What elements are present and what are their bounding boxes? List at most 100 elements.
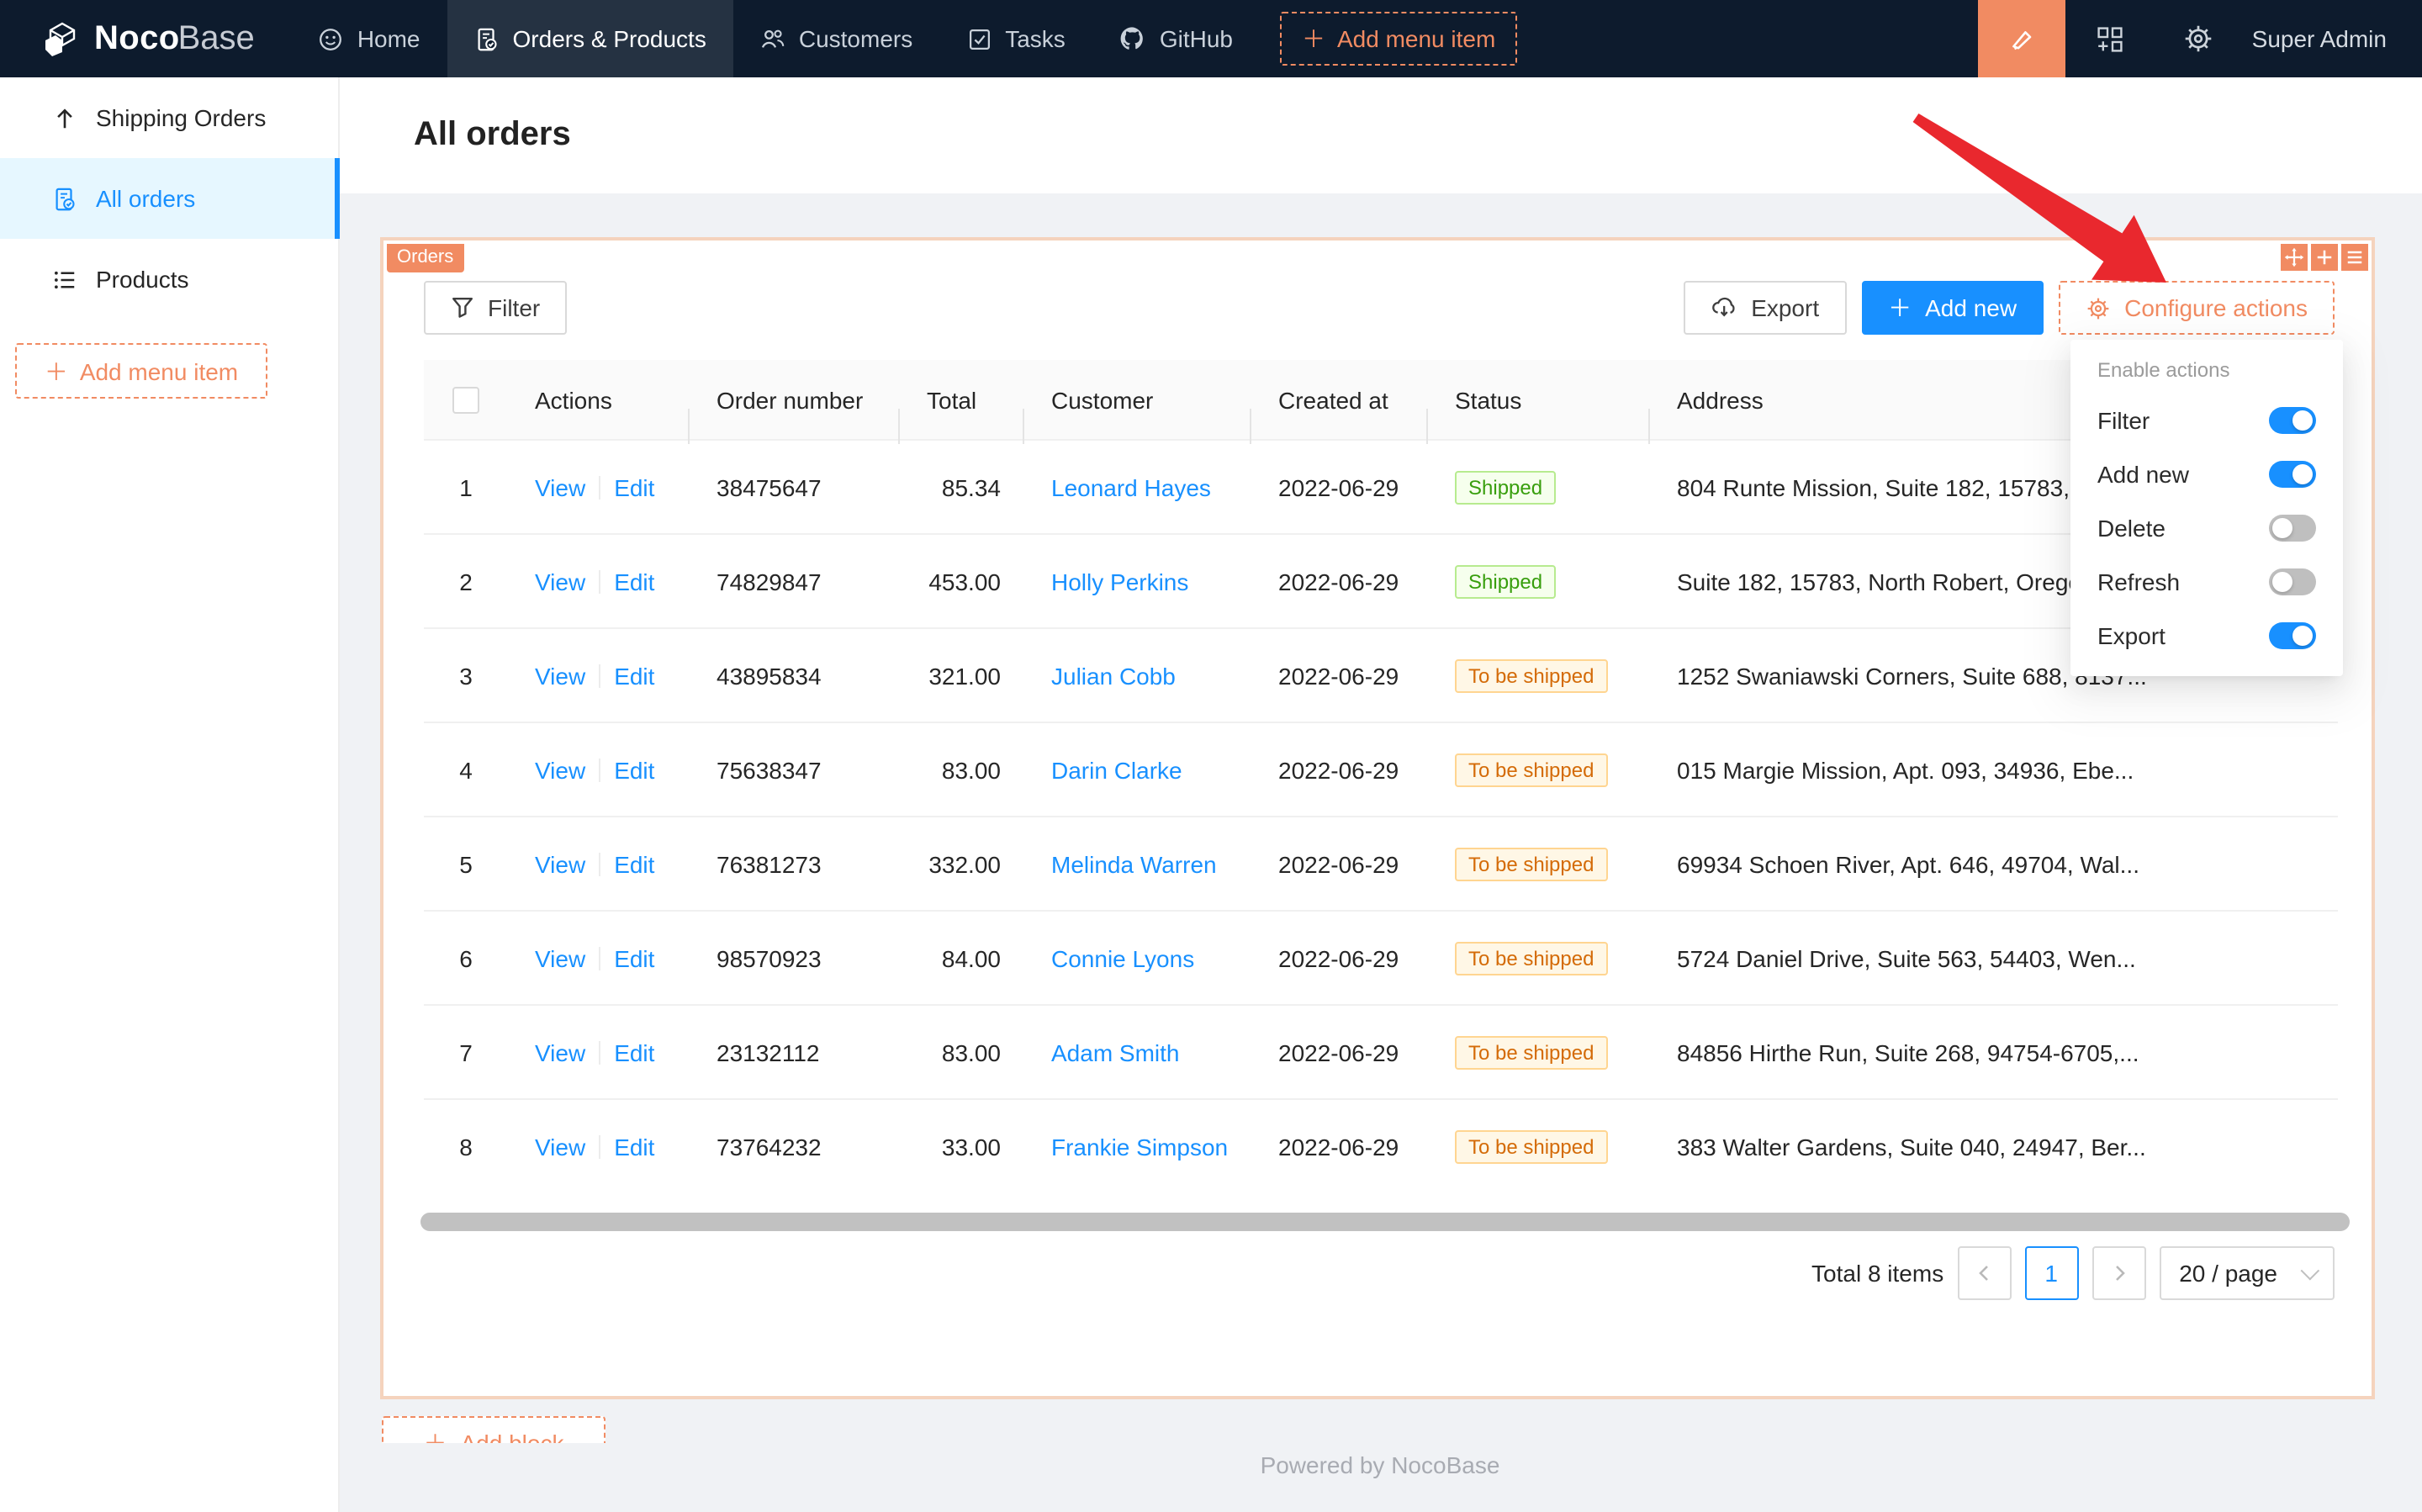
toggle-switch[interactable] bbox=[2269, 568, 2316, 595]
dropdown-item-filter[interactable]: Filter bbox=[2070, 394, 2343, 447]
customer-link[interactable]: Frankie Simpson bbox=[1051, 1133, 1228, 1160]
toggle-switch[interactable] bbox=[2269, 515, 2316, 542]
pagination-total: Total 8 items bbox=[1811, 1260, 1943, 1287]
toggle-switch[interactable] bbox=[2269, 461, 2316, 488]
add-new-button[interactable]: ＋ Add new bbox=[1861, 281, 2044, 335]
table-toolbar: Filter Export ＋ Add new bbox=[424, 281, 2335, 335]
sidebar-item-label: Products bbox=[96, 266, 189, 293]
created-at-cell: 2022-06-29 bbox=[1251, 473, 1428, 500]
customer-link[interactable]: Darin Clarke bbox=[1051, 756, 1182, 783]
view-link[interactable]: View bbox=[535, 568, 585, 595]
nav-item-orders-products[interactable]: Orders & Products bbox=[447, 0, 733, 77]
prev-page-button[interactable] bbox=[1957, 1246, 2011, 1300]
customer-link[interactable]: Melinda Warren bbox=[1051, 850, 1217, 877]
dropdown-item-delete[interactable]: Delete bbox=[2070, 501, 2343, 555]
plugin-blocks-button[interactable] bbox=[2065, 0, 2155, 77]
page-number-button[interactable]: 1 bbox=[2024, 1246, 2078, 1300]
view-link[interactable]: View bbox=[535, 1039, 585, 1065]
dropdown-item-label: Export bbox=[2097, 622, 2166, 649]
nocobase-logo[interactable]: NocoBase bbox=[0, 0, 292, 77]
export-button[interactable]: Export bbox=[1684, 281, 1846, 335]
ui-editor-button[interactable] bbox=[1978, 0, 2065, 77]
nav-item-tasks[interactable]: Tasks bbox=[939, 0, 1092, 77]
nav-add-menu-item-button[interactable]: ＋ Add menu item bbox=[1280, 12, 1517, 66]
view-link[interactable]: View bbox=[535, 662, 585, 689]
created-at-cell: 2022-06-29 bbox=[1251, 850, 1428, 877]
customer-cell: Frankie Simpson bbox=[1024, 1133, 1251, 1160]
pagination: Total 8 items 1 20 / page bbox=[1811, 1248, 2335, 1298]
edit-link[interactable]: Edit bbox=[614, 1133, 654, 1160]
view-link[interactable]: View bbox=[535, 1133, 585, 1160]
divider bbox=[599, 475, 600, 499]
add-block-button[interactable]: ＋ Add block bbox=[382, 1416, 606, 1443]
nav-item-github[interactable]: GitHub bbox=[1092, 0, 1260, 77]
add-block-icon[interactable] bbox=[2311, 244, 2338, 271]
sidebar: Shipping Orders All orders Products ＋ Ad… bbox=[0, 77, 340, 1512]
page-size-select[interactable]: 20 / page bbox=[2159, 1246, 2335, 1300]
customer-link[interactable]: Leonard Hayes bbox=[1051, 473, 1211, 500]
customer-cell: Leonard Hayes bbox=[1024, 473, 1251, 500]
nav-item-customers[interactable]: Customers bbox=[733, 0, 939, 77]
sidebar-item-products[interactable]: Products bbox=[0, 239, 338, 320]
configure-actions-button[interactable]: Configure actions bbox=[2059, 281, 2335, 335]
total-cell: 321.00 bbox=[900, 662, 1024, 689]
created-at-cell: 2022-06-29 bbox=[1251, 1039, 1428, 1065]
edit-link[interactable]: Edit bbox=[614, 568, 654, 595]
order-number-cell: 43895834 bbox=[690, 662, 900, 689]
view-link[interactable]: View bbox=[535, 756, 585, 783]
customer-link[interactable]: Julian Cobb bbox=[1051, 662, 1176, 689]
customer-cell: Holly Perkins bbox=[1024, 568, 1251, 595]
col-header-actions: Actions bbox=[508, 386, 690, 413]
cube-logo-icon bbox=[42, 19, 81, 58]
view-link[interactable]: View bbox=[535, 473, 585, 500]
select-all-checkbox[interactable] bbox=[452, 387, 479, 414]
status-badge: To be shipped bbox=[1455, 941, 1607, 975]
customer-link[interactable]: Connie Lyons bbox=[1051, 944, 1194, 971]
block-menu-icon[interactable] bbox=[2341, 244, 2368, 271]
address-cell: 015 Margie Mission, Apt. 093, 34936, Ebe… bbox=[1650, 756, 2338, 783]
edit-link[interactable]: Edit bbox=[614, 756, 654, 783]
arrow-up-icon bbox=[52, 105, 77, 130]
dropdown-item-export[interactable]: Export bbox=[2070, 609, 2343, 663]
edit-link[interactable]: Edit bbox=[614, 662, 654, 689]
sidebar-item-all-orders[interactable]: All orders bbox=[0, 158, 338, 239]
sidebar-item-label: Shipping Orders bbox=[96, 104, 266, 131]
page-size-value: 20 / page bbox=[2179, 1260, 2277, 1287]
settings-gear-button[interactable] bbox=[2155, 0, 2244, 77]
filter-button[interactable]: Filter bbox=[424, 281, 567, 335]
next-page-button[interactable] bbox=[2091, 1246, 2145, 1300]
status-badge: To be shipped bbox=[1455, 847, 1607, 880]
user-menu[interactable]: Super Admin bbox=[2244, 25, 2422, 52]
nav-item-home[interactable]: Home bbox=[292, 0, 447, 77]
block-designer-toolbar bbox=[2281, 244, 2368, 271]
view-link[interactable]: View bbox=[535, 944, 585, 971]
sidebar-item-shipping-orders[interactable]: Shipping Orders bbox=[0, 77, 338, 158]
nav-item-label: Home bbox=[357, 25, 420, 52]
col-header-status: Status bbox=[1428, 386, 1650, 413]
edit-link[interactable]: Edit bbox=[614, 850, 654, 877]
order-number-cell: 74829847 bbox=[690, 568, 900, 595]
page-number: 1 bbox=[2044, 1260, 2058, 1287]
divider bbox=[599, 852, 600, 875]
edit-link[interactable]: Edit bbox=[614, 473, 654, 500]
funnel-icon bbox=[451, 296, 474, 320]
toggle-switch[interactable] bbox=[2269, 622, 2316, 649]
table-row: 8 ViewEdit 73764232 33.00 Frankie Simpso… bbox=[424, 1100, 2338, 1192]
horizontal-scrollbar[interactable] bbox=[420, 1213, 2350, 1231]
edit-link[interactable]: Edit bbox=[614, 1039, 654, 1065]
sidebar-add-menu-item-button[interactable]: ＋ Add menu item bbox=[15, 343, 267, 399]
plus-icon: ＋ bbox=[1302, 22, 1325, 56]
dropdown-item-refresh[interactable]: Refresh bbox=[2070, 555, 2343, 609]
customer-cell: Melinda Warren bbox=[1024, 850, 1251, 877]
customer-cell: Julian Cobb bbox=[1024, 662, 1251, 689]
view-link[interactable]: View bbox=[535, 850, 585, 877]
customer-link[interactable]: Adam Smith bbox=[1051, 1039, 1180, 1065]
page-header: All orders bbox=[338, 77, 2422, 193]
order-number-cell: 73764232 bbox=[690, 1133, 900, 1160]
dropdown-item-add-new[interactable]: Add new bbox=[2070, 447, 2343, 501]
toggle-switch[interactable] bbox=[2269, 407, 2316, 434]
customer-link[interactable]: Holly Perkins bbox=[1051, 568, 1188, 595]
row-index: 8 bbox=[424, 1133, 508, 1160]
drag-handle-icon[interactable] bbox=[2281, 244, 2308, 271]
edit-link[interactable]: Edit bbox=[614, 944, 654, 971]
